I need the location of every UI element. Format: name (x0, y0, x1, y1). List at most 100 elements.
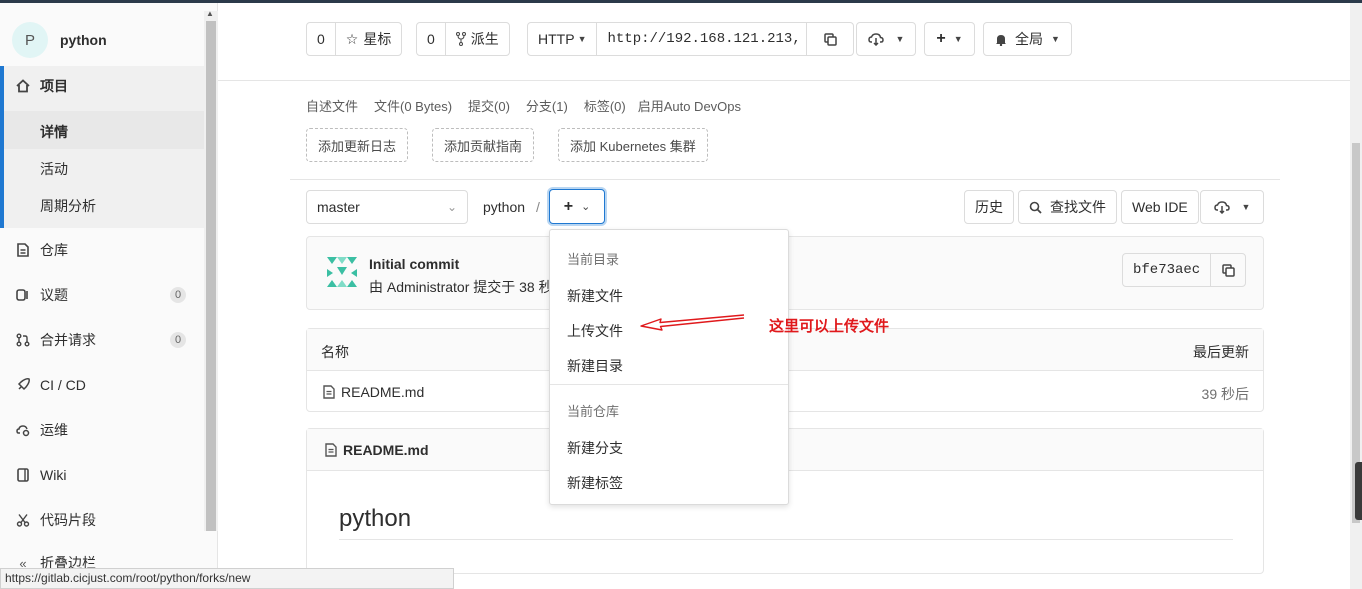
fork-icon (455, 32, 466, 46)
stat-branches[interactable]: 分支(1) (526, 96, 568, 115)
commit-meta: 由 Administrator 提交于 38 秒 (369, 279, 553, 295)
issues-icon (16, 288, 30, 302)
web-ide-button[interactable]: Web IDE (1121, 190, 1199, 224)
new-directory-item[interactable]: 新建目录 (567, 356, 623, 376)
sidebar-subitem-cycle-analytics[interactable]: 周期分析 (40, 196, 96, 216)
file-updated: 39 秒后 (1201, 386, 1249, 402)
commit-title[interactable]: Initial commit (369, 256, 459, 272)
add-to-tree-dropdown: 当前目录 新建文件 上传文件 新建目录 当前仓库 新建分支 新建标签 (549, 229, 789, 505)
caret-down-icon: ▼ (577, 34, 587, 44)
add-to-tree-button[interactable]: + ⌄ (549, 189, 605, 224)
sidebar-item-label: 代码片段 (40, 512, 96, 528)
new-tag-item[interactable]: 新建标签 (567, 473, 623, 493)
sidebar-item-operations[interactable]: 运维 (0, 410, 204, 450)
browser-status-url: https://gitlab.cicjust.com/root/python/f… (0, 568, 454, 589)
copy-sha-button[interactable] (1211, 254, 1245, 286)
breadcrumb-project[interactable]: python (483, 199, 525, 215)
stat-readme[interactable]: 自述文件 (306, 96, 358, 115)
star-label: 星标 (363, 31, 392, 47)
sidebar-item-merge-requests[interactable]: 合并请求 0 (0, 320, 204, 360)
sidebar-item-snippets[interactable]: 代码片段 (0, 500, 204, 540)
readme-heading: python (339, 505, 412, 532)
sidebar-subitem-activity[interactable]: 活动 (40, 159, 68, 179)
stat-commits[interactable]: 提交(0) (468, 96, 510, 115)
commit-author-avatar[interactable] (325, 255, 359, 289)
home-icon (16, 79, 30, 93)
sidebar-scrollbar[interactable] (204, 11, 218, 531)
sidebar-item-label: 项目 (40, 78, 68, 94)
star-button[interactable]: ☆ 星标 (336, 23, 402, 55)
star-button-group[interactable]: 0 ☆ 星标 (306, 22, 403, 56)
upload-file-item[interactable]: 上传文件 (567, 321, 623, 341)
project-stats: 自述文件 文件(0 Bytes) 提交(0) 分支(1) 标签(0) 启用Aut… (306, 96, 741, 115)
protocol-dropdown[interactable]: HTTP ▼ (528, 23, 598, 55)
sidebar-item-repository[interactable]: 仓库 (0, 230, 204, 270)
add-changelog-button[interactable]: 添加更新日志 (306, 128, 409, 162)
project-avatar[interactable]: P (12, 22, 48, 58)
download-cloud-icon (1213, 200, 1230, 214)
dropdown-header-directory: 当前目录 (567, 252, 620, 267)
table-row[interactable]: README.md (323, 384, 424, 400)
dropdown-header-repository: 当前仓库 (567, 404, 620, 419)
branch-selector[interactable]: master ⌄ (306, 190, 468, 224)
fork-label: 派生 (470, 31, 499, 47)
add-kubernetes-cluster-button[interactable]: 添加 Kubernetes 集群 (558, 128, 708, 162)
caret-down-icon: ▼ (895, 34, 905, 44)
section-divider (290, 179, 1280, 180)
commit-sha-group[interactable]: bfe73aec (1122, 253, 1247, 287)
sidebar-item-label: CI / CD (40, 377, 86, 393)
stat-auto-devops[interactable]: 启用Auto DevOps (638, 96, 741, 115)
book-icon (16, 468, 30, 482)
annotation-text: 这里可以上传文件 (769, 318, 890, 335)
add-contributing-button[interactable]: 添加贡献指南 (432, 128, 535, 162)
star-count[interactable]: 0 (307, 23, 336, 55)
history-button[interactable]: 历史 (964, 190, 1014, 224)
clone-url-input[interactable]: http://192.168.121.213, (597, 23, 808, 55)
download-dropdown-tree[interactable]: ▼ (1200, 190, 1264, 224)
caret-down-icon: ▼ (1051, 34, 1060, 44)
plus-icon: + (563, 197, 574, 215)
new-dropdown-button[interactable]: + ▼ (924, 22, 975, 56)
fork-count[interactable]: 0 (417, 23, 446, 55)
sidebar-item-issues[interactable]: 议题 0 (0, 275, 204, 315)
search-icon (1029, 201, 1042, 214)
sidebar-item-wiki[interactable]: Wiki (0, 455, 204, 495)
scroll-up-arrow-icon[interactable]: ▲ (206, 9, 214, 18)
fork-button-group[interactable]: 0 派生 (416, 22, 510, 56)
merge-requests-count-badge: 0 (170, 332, 186, 348)
stat-files[interactable]: 文件(0 Bytes) (374, 96, 452, 115)
notification-dropdown[interactable]: 全局 ▼ (983, 22, 1072, 56)
chevron-down-icon: ⌄ (446, 200, 457, 214)
breadcrumb-separator: / (536, 199, 540, 215)
column-last-update: 最后更新 (1193, 344, 1249, 360)
project-header[interactable]: P python (0, 17, 204, 63)
side-tab[interactable] (1355, 462, 1362, 520)
plus-icon: + (936, 30, 946, 47)
file-icon (323, 385, 335, 399)
clone-url-group[interactable]: HTTP ▼ http://192.168.121.213, (527, 22, 855, 56)
find-file-label: 查找文件 (1050, 199, 1106, 215)
sidebar-item-project[interactable]: 项目 (0, 66, 204, 106)
sidebar-item-label: Wiki (40, 467, 67, 483)
sidebar-scroll-thumb[interactable] (206, 21, 216, 531)
sidebar-item-ci-cd[interactable]: CI / CD (0, 365, 204, 405)
doc-icon (16, 243, 30, 257)
new-file-item[interactable]: 新建文件 (567, 286, 623, 306)
download-cloud-icon (867, 32, 884, 46)
sidebar-item-label: 合并请求 (40, 332, 96, 348)
chevron-down-icon: ⌄ (581, 201, 591, 213)
sidebar-subitem-details[interactable]: 详情 (40, 122, 68, 142)
download-dropdown[interactable]: ▼ (856, 22, 916, 56)
find-file-button[interactable]: 查找文件 (1018, 190, 1117, 224)
file-name[interactable]: README.md (341, 384, 424, 400)
sidebar-item-label: 议题 (40, 287, 68, 303)
commit-sha[interactable]: bfe73aec (1123, 254, 1212, 286)
stat-tags[interactable]: 标签(0) (584, 96, 626, 115)
caret-down-icon: ▼ (953, 34, 963, 44)
copy-url-button[interactable] (807, 23, 853, 55)
new-branch-item[interactable]: 新建分支 (567, 438, 623, 458)
project-name[interactable]: python (60, 32, 107, 48)
caret-down-icon: ▼ (1241, 202, 1251, 212)
fork-button[interactable]: 派生 (446, 23, 509, 55)
readme-filename[interactable]: README.md (343, 442, 429, 458)
